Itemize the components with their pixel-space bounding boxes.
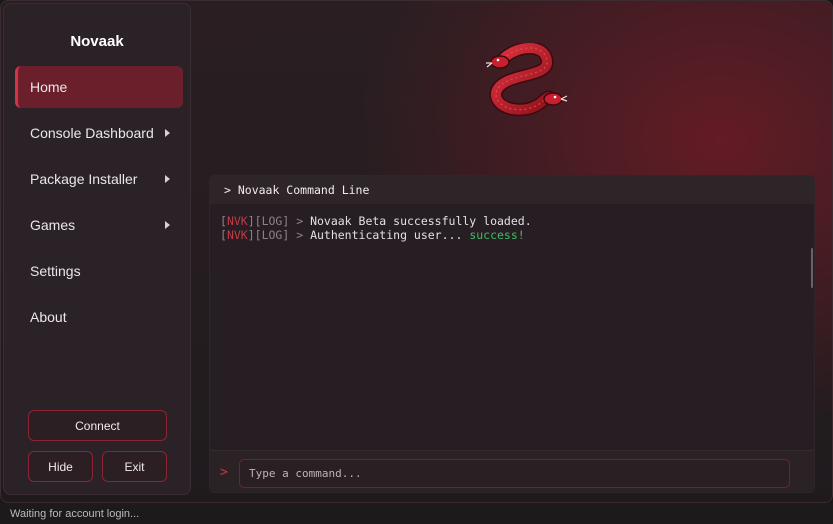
log-line: [NVK][LOG] > Authenticating user... succ… — [220, 228, 525, 242]
sidebar-item-label: Console Dashboard — [30, 125, 154, 141]
log-level: LOG — [261, 214, 283, 228]
hide-button[interactable]: Hide — [28, 451, 93, 482]
sidebar-nav: Home Console Dashboard Package Installer… — [15, 66, 183, 342]
sidebar: Novaak Home Console Dashboard Package In… — [3, 3, 191, 495]
sidebar-item-label: Games — [30, 217, 76, 233]
sidebar-item-label: Settings — [30, 263, 81, 279]
console-scrollbar[interactable] — [811, 248, 813, 288]
sidebar-item-package-installer[interactable]: Package Installer — [15, 158, 183, 200]
sidebar-item-label: Home — [30, 79, 68, 95]
log-tag: NVK — [226, 228, 248, 242]
log-line: [NVK][LOG] > Novaak Beta successfully lo… — [220, 214, 532, 228]
chevron-right-icon — [165, 129, 170, 137]
command-console: > Novaak Command Line [NVK][LOG] > Novaa… — [209, 175, 815, 493]
chevron-right-icon — [165, 221, 170, 229]
console-input-bar: > — [210, 450, 814, 492]
log-message: Authenticating user... — [310, 228, 470, 242]
sidebar-item-about[interactable]: About — [15, 296, 183, 338]
log-status: success! — [469, 228, 525, 242]
two-headed-serpent-icon — [483, 41, 575, 117]
connect-button[interactable]: Connect — [28, 410, 167, 441]
chevron-right-icon — [165, 175, 170, 183]
sidebar-item-label: About — [30, 309, 67, 325]
sidebar-item-settings[interactable]: Settings — [15, 250, 183, 292]
sidebar-item-label: Package Installer — [30, 171, 138, 187]
log-tag: NVK — [226, 214, 248, 228]
app-title: Novaak — [70, 33, 124, 50]
status-bar: Waiting for account login... — [0, 503, 833, 524]
sidebar-item-home[interactable]: Home — [15, 66, 183, 108]
log-message: Novaak Beta successfully loaded. — [310, 214, 532, 228]
command-input[interactable] — [239, 459, 790, 488]
app-window: Novaak Home Console Dashboard Package In… — [0, 0, 833, 503]
prompt-chevron-icon: > — [220, 465, 228, 480]
log-level: LOG — [261, 228, 283, 242]
console-output[interactable]: [NVK][LOG] > Novaak Beta successfully lo… — [210, 204, 814, 450]
exit-button[interactable]: Exit — [102, 451, 167, 482]
sidebar-item-games[interactable]: Games — [15, 204, 183, 246]
console-header: > Novaak Command Line — [210, 176, 814, 204]
sidebar-item-console-dashboard[interactable]: Console Dashboard — [15, 112, 183, 154]
status-text: Waiting for account login... — [10, 507, 140, 520]
